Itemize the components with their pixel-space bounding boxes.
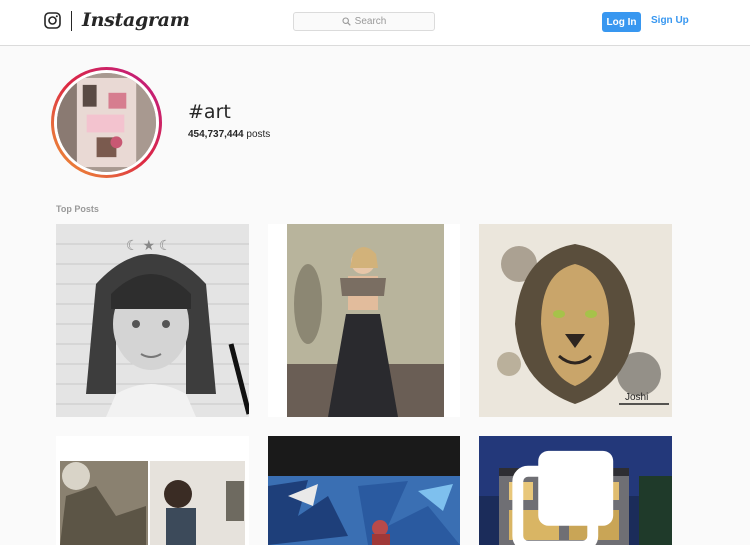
graffiti-photo-image [268, 436, 460, 545]
post-tile[interactable] [268, 224, 460, 417]
post-count-suffix: posts [246, 129, 271, 140]
post-tile[interactable] [268, 436, 460, 545]
search-icon [342, 17, 351, 26]
multiple-images-icon [512, 450, 614, 545]
logo-divider [71, 11, 72, 31]
svg-text:☾ ★ ☾: ☾ ★ ☾ [126, 237, 171, 253]
two-panel-photo-image [56, 436, 249, 545]
top-navigation-bar: Instagram Search Log In Sign Up [0, 0, 750, 46]
post-count-value: 454,737,444 [188, 129, 244, 140]
post-count: 454,737,444 posts [188, 129, 270, 140]
signup-link[interactable]: Sign Up [651, 15, 689, 26]
search-placeholder: Search [354, 16, 387, 27]
instagram-camera-icon[interactable] [44, 12, 61, 29]
top-posts-label: Top Posts [56, 204, 99, 214]
post-tile[interactable]: ☾ ★ ☾ [56, 224, 249, 417]
post-tile[interactable]: Joshi [479, 224, 672, 417]
svg-text:Joshi: Joshi [625, 392, 648, 403]
post-tile[interactable] [56, 436, 249, 545]
portrait-photo-image [268, 224, 460, 417]
hashtag-title: #art [188, 101, 231, 123]
pencil-drawing-image: ☾ ★ ☾ [56, 224, 249, 417]
search-input[interactable]: Search [293, 12, 435, 31]
login-button[interactable]: Log In [602, 12, 641, 32]
hashtag-avatar [51, 67, 162, 178]
instagram-wordmark[interactable]: Instagram [82, 9, 190, 31]
post-tile[interactable] [479, 436, 672, 545]
lion-painting-image: Joshi [479, 224, 672, 417]
